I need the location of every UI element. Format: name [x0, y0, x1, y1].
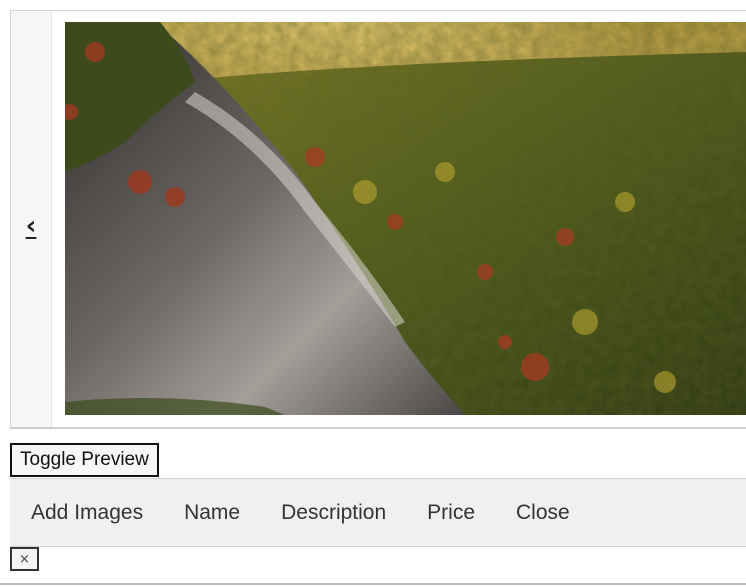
- toggle-preview-button[interactable]: Toggle Preview: [10, 443, 159, 477]
- chevron-left-icon: ‹: [25, 211, 37, 241]
- nav-description[interactable]: Description: [281, 501, 386, 525]
- landscape-photo: [65, 22, 746, 415]
- nav-add-images[interactable]: Add Images: [31, 501, 143, 525]
- image-carousel: ‹: [10, 10, 746, 429]
- nav-close[interactable]: Close: [516, 501, 570, 525]
- action-nav-bar: Add Images Name Description Price Close: [10, 478, 746, 547]
- nav-price[interactable]: Price: [427, 501, 475, 525]
- nav-name[interactable]: Name: [184, 501, 240, 525]
- close-icon[interactable]: ×: [10, 547, 39, 571]
- divider: [0, 583, 746, 585]
- carousel-prev-button[interactable]: ‹: [11, 11, 52, 427]
- carousel-image: [65, 22, 746, 415]
